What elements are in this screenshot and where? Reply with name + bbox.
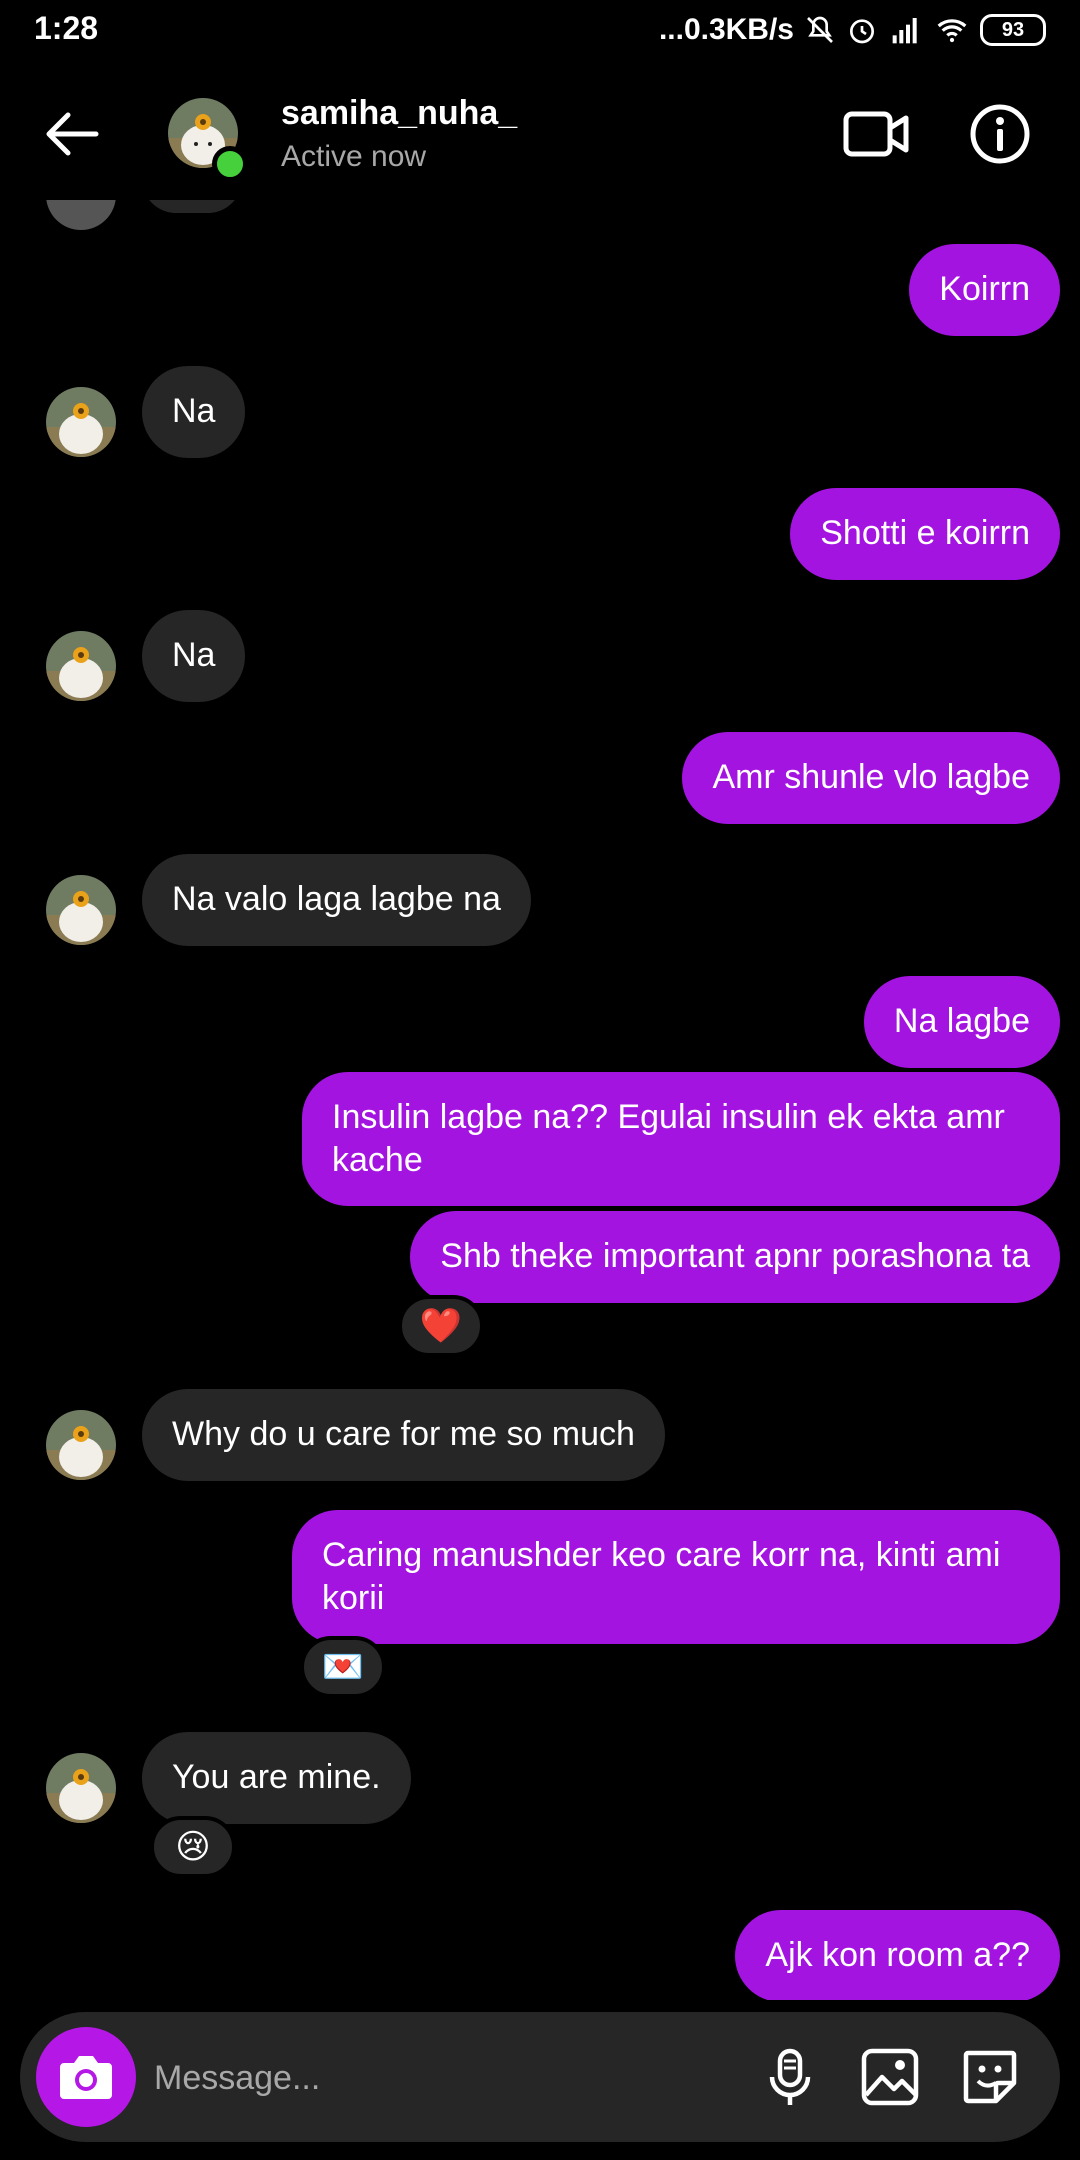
sent-message[interactable]: Caring manushder keo care korr na, kinti… — [292, 1510, 1060, 1644]
battery-icon: 93 — [980, 14, 1046, 46]
sent-message[interactable]: Na lagbe — [863, 976, 1060, 1068]
sent-message[interactable]: Shotti e koirrn — [790, 488, 1060, 580]
message-input[interactable] — [152, 2047, 736, 2109]
wifi-icon — [937, 19, 967, 43]
heart-reaction[interactable]: ❤️ — [398, 1295, 484, 1357]
contact-username[interactable]: samiha_nuha_ — [281, 94, 517, 133]
sent-message[interactable]: Insulin lagbe na?? Egulai insulin ek ekt… — [302, 1072, 1060, 1206]
camera-button[interactable] — [36, 2027, 136, 2127]
sent-message[interactable]: Shb theke important apnr porashona ta — [410, 1211, 1060, 1303]
sent-message[interactable]: Amr shunle vlo lagbe — [682, 732, 1060, 824]
sticker-icon[interactable] — [958, 2045, 1022, 2109]
camera-icon — [60, 2056, 112, 2099]
sent-message[interactable]: Ajk kon room a?? — [735, 1910, 1060, 2000]
avatar[interactable] — [46, 1753, 116, 1823]
signal-icon — [892, 18, 917, 44]
alarm-icon — [850, 19, 874, 44]
received-message — [142, 200, 242, 213]
received-message[interactable]: Na valo laga lagbe na — [142, 854, 531, 946]
info-icon[interactable] — [968, 102, 1032, 166]
chat-header: samiha_nuha_ Active now — [0, 80, 1080, 200]
avatar[interactable] — [46, 387, 116, 457]
online-status-dot — [212, 146, 248, 182]
avatar — [46, 200, 116, 230]
network-speed: ...0.3KB/s — [658, 13, 794, 46]
sent-message[interactable]: Koirrn — [909, 244, 1060, 336]
received-message[interactable]: Why do u care for me so much — [142, 1389, 665, 1481]
status-icons: ...0.3KB/s 93 — [659, 10, 1046, 50]
received-message[interactable]: Na — [142, 366, 246, 458]
received-message[interactable]: Na — [142, 610, 246, 702]
status-bar: 1:28 ...0.3KB/s 93 — [0, 0, 1080, 60]
received-message[interactable]: You are mine. — [142, 1732, 411, 1824]
back-arrow-icon[interactable] — [40, 102, 104, 166]
avatar[interactable] — [46, 631, 116, 701]
message-list[interactable]: Koirrn Na Shotti e koirrn Na Amr shunle … — [0, 200, 1080, 2000]
avatar[interactable] — [46, 875, 116, 945]
microphone-icon[interactable] — [758, 2045, 822, 2109]
status-time: 1:28 — [34, 10, 99, 46]
message-composer — [20, 2012, 1060, 2142]
avatar[interactable] — [46, 1410, 116, 1480]
gallery-icon[interactable] — [858, 2045, 922, 2109]
video-call-icon[interactable] — [842, 102, 912, 166]
mute-icon — [807, 16, 833, 43]
crying-face-reaction[interactable]: 😢 — [150, 1816, 236, 1878]
love-letter-reaction[interactable]: 💌 — [300, 1636, 386, 1698]
contact-active-status: Active now — [281, 140, 427, 173]
